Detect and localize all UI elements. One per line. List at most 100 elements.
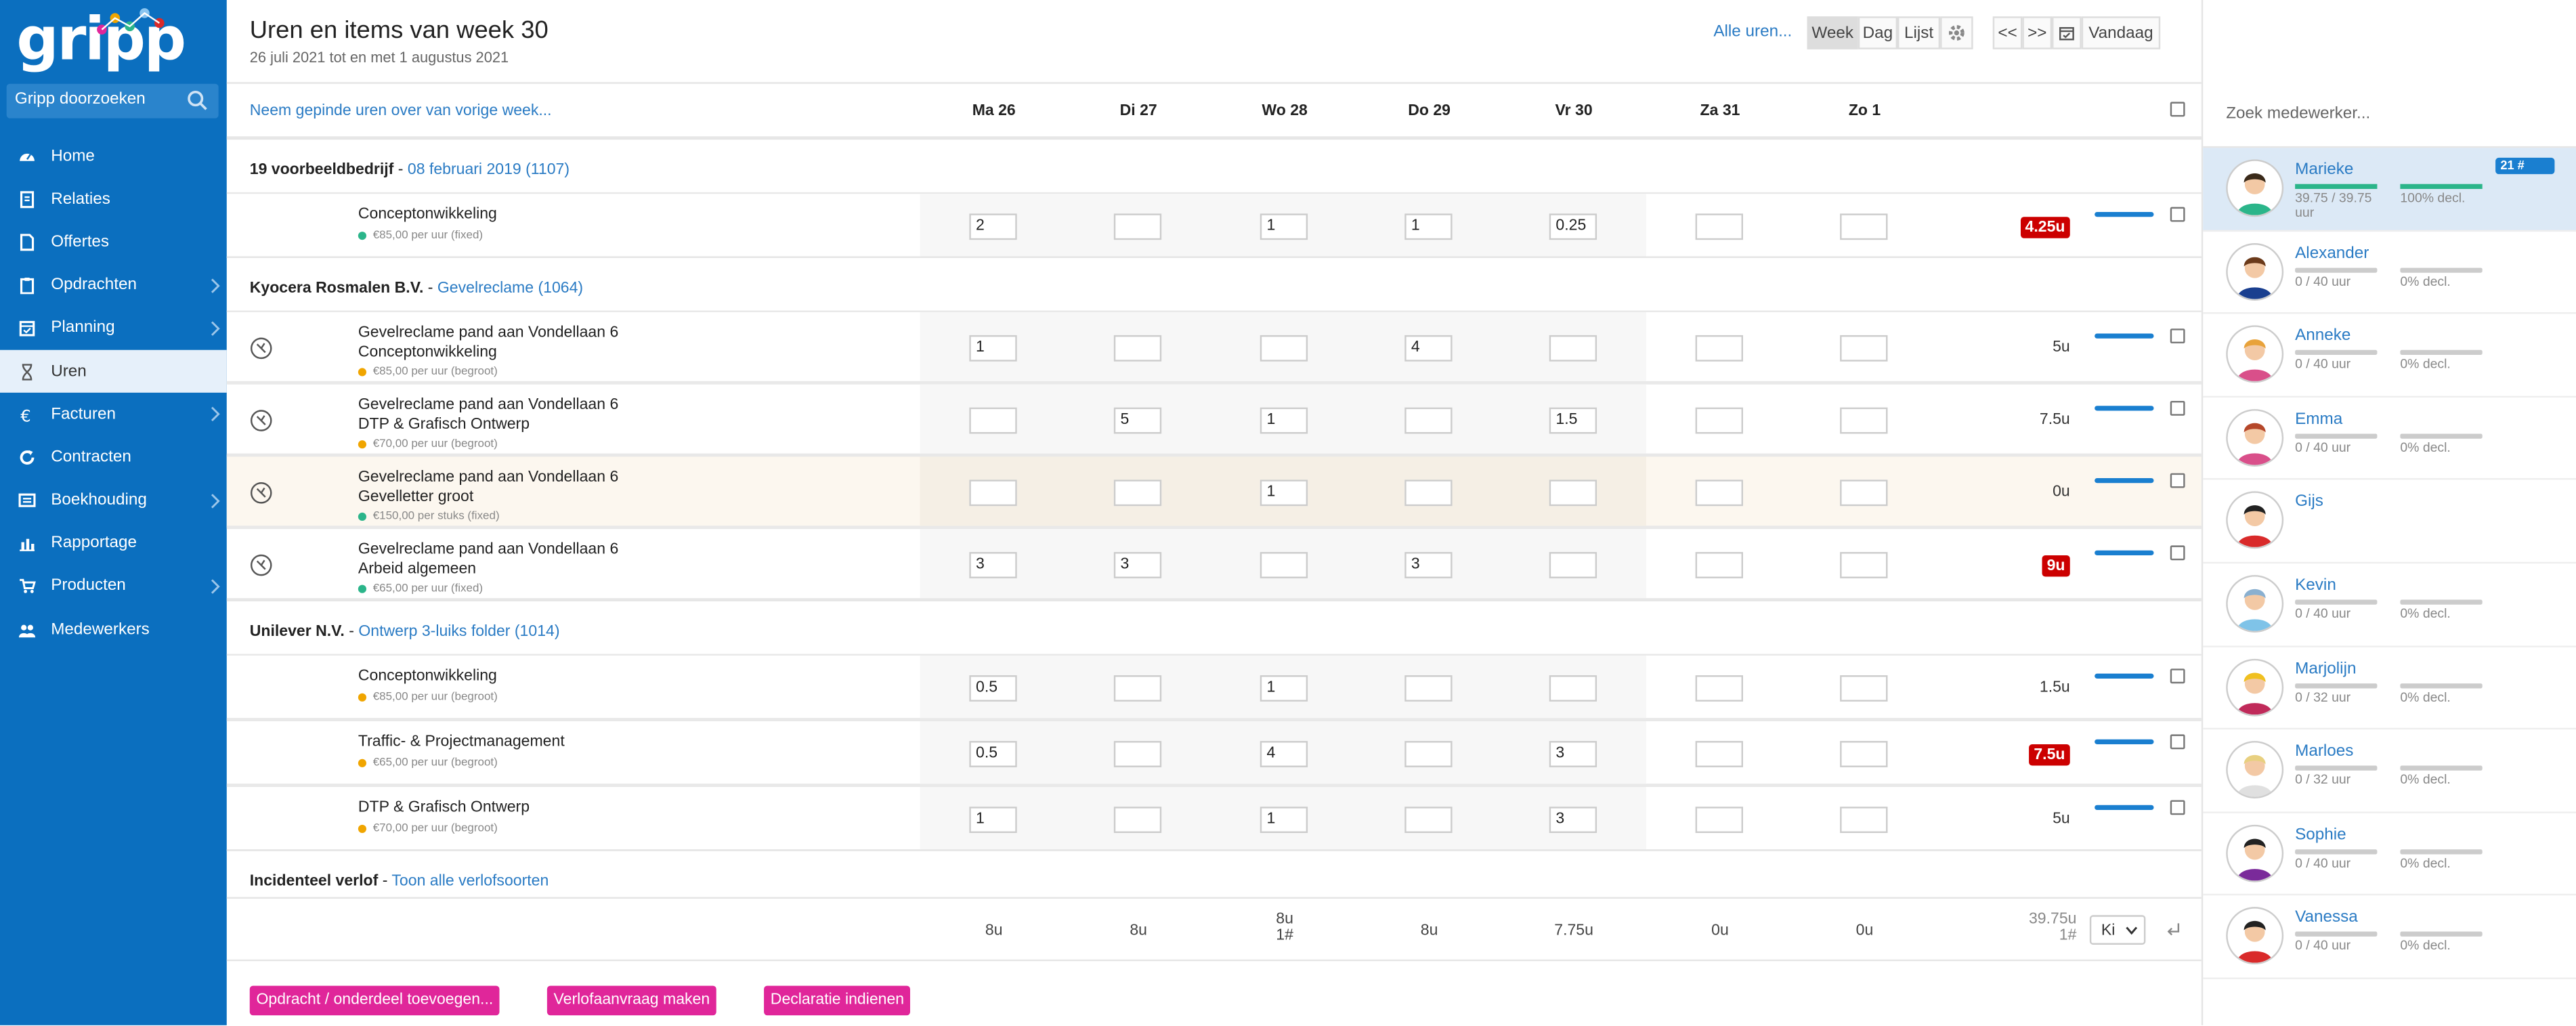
hours-input[interactable]: 1 [1260,407,1308,434]
hours-input[interactable] [1695,552,1743,578]
hours-input[interactable]: 1 [969,807,1017,833]
hours-input[interactable] [1549,479,1597,507]
employee-name[interactable]: Gijs [2295,494,2323,512]
row-checkbox[interactable] [2170,668,2185,684]
hours-input[interactable] [1840,741,1888,767]
hours-input[interactable] [1260,335,1308,362]
view-week-button[interactable]: Week [1807,16,1858,49]
hours-input[interactable] [1840,407,1888,434]
employee-name[interactable]: Sophie [2295,826,2346,845]
hours-input[interactable] [1840,552,1888,578]
hours-input[interactable]: 2 [969,213,1017,240]
hours-input[interactable]: 0.5 [969,741,1017,767]
declaratie-button[interactable]: Declaratie indienen [764,985,911,1016]
employee-name[interactable]: Vanessa [2295,910,2358,928]
hours-input[interactable] [1695,335,1743,362]
chevron-right-icon[interactable] [211,492,221,509]
verlofaanvraag-button[interactable]: Verlofaanvraag maken [546,985,716,1016]
hours-input[interactable] [1113,807,1162,833]
hours-input[interactable]: 3 [969,552,1017,578]
hours-input[interactable]: 5 [1113,407,1162,434]
calendar-button[interactable] [2052,16,2082,49]
hours-input[interactable] [1695,807,1743,833]
hours-input[interactable] [1695,479,1743,507]
hours-input[interactable]: 1 [1260,213,1308,240]
employee-name[interactable]: Kevin [2295,577,2336,595]
employee-name[interactable]: Alexander [2295,244,2369,262]
employee-item[interactable]: Anneke 0 / 40 uur 0% decl. [2203,314,2576,398]
hours-input[interactable]: 0.5 [969,675,1017,702]
row-checkbox[interactable] [2170,734,2185,750]
employee-item[interactable]: Gijs [2203,480,2576,564]
hours-input[interactable]: 4 [1404,335,1453,362]
hours-input[interactable] [1260,552,1308,578]
nav-item-planning[interactable]: Planning [0,307,227,350]
view-lijst-button[interactable]: Lijst [1897,16,1941,49]
hours-input[interactable] [969,479,1017,507]
hours-input[interactable] [1840,335,1888,362]
hours-input[interactable] [1113,675,1162,702]
hours-input[interactable] [1840,807,1888,833]
hours-input[interactable] [1695,407,1743,434]
nav-item-facturen[interactable]: € Facturen [0,393,227,436]
hours-input[interactable] [969,407,1017,434]
search-icon[interactable] [186,89,209,112]
nav-item-rapportage[interactable]: Rapportage [0,522,227,565]
employee-item[interactable]: Marloes 0 / 32 uur 0% decl. [2203,730,2576,813]
employee-search-input[interactable]: Zoek medewerker... [2226,105,2370,123]
hours-input[interactable] [1695,675,1743,702]
employee-name[interactable]: Marloes [2295,743,2353,761]
hours-input[interactable] [1840,479,1888,507]
hours-input[interactable] [1404,407,1453,434]
hours-input[interactable] [1840,213,1888,240]
alle-uren-link[interactable]: Alle uren... [1713,23,1792,41]
prev-week-button[interactable]: << [1992,16,2023,49]
hours-input[interactable]: 1 [1260,479,1308,507]
hours-input[interactable] [1695,741,1743,767]
hours-input[interactable] [1695,213,1743,240]
hours-input[interactable]: 1 [1404,213,1453,240]
row-checkbox[interactable] [2170,545,2185,561]
chevron-right-icon[interactable] [211,277,221,293]
hours-input[interactable] [1549,335,1597,362]
timer-icon[interactable] [250,554,273,577]
neem-gepinde-uren-link[interactable]: Neem gepinde uren over van vorige week..… [250,102,552,120]
hours-input[interactable]: 3 [1549,741,1597,767]
employee-name[interactable]: Emma [2295,410,2342,429]
select-all-checkbox[interactable] [2170,102,2185,117]
activity-select[interactable]: Ki [2089,915,2146,945]
row-checkbox[interactable] [2170,800,2185,815]
row-checkbox[interactable] [2170,207,2185,222]
nav-item-producten[interactable]: Producten [0,565,227,608]
group-link[interactable]: Toon alle verlofsoorten [391,872,549,891]
hours-input[interactable]: 3 [1549,807,1597,833]
nav-item-boekhouding[interactable]: Boekhouding [0,479,227,522]
employee-item[interactable]: Marjolijn 0 / 32 uur 0% decl. [2203,647,2576,730]
chevron-right-icon[interactable] [211,578,221,595]
employee-item[interactable]: Marieke 39.75 / 39.75 uur 100% decl. 21 # [2203,148,2576,232]
employee-name[interactable]: Marieke [2295,161,2353,179]
chevron-right-icon[interactable] [211,406,221,423]
hours-input[interactable] [1549,552,1597,578]
hours-input[interactable]: 3 [1404,552,1453,578]
hours-input[interactable]: 0.25 [1549,213,1597,240]
hours-input[interactable] [1113,479,1162,507]
employee-item[interactable]: Vanessa 0 / 40 uur 0% decl. [2203,896,2576,979]
timer-icon[interactable] [250,409,273,432]
hours-input[interactable] [1113,335,1162,362]
enter-icon[interactable] [2165,922,2181,938]
group-link[interactable]: Ontwerp 3-luiks folder (1014) [358,622,559,641]
nav-item-home[interactable]: Home [0,135,227,178]
opdracht-toevoegen-button[interactable]: Opdracht / onderdeel toevoegen... [249,985,500,1016]
row-checkbox[interactable] [2170,328,2185,344]
hours-input[interactable]: 1 [1260,675,1308,702]
settings-button[interactable] [1940,16,1973,49]
group-link[interactable]: Gevelreclame (1064) [437,279,583,297]
employee-name[interactable]: Marjolijn [2295,660,2356,678]
nav-item-uren[interactable]: Uren [0,349,227,393]
employee-name[interactable]: Anneke [2295,327,2350,345]
nav-item-opdrachten[interactable]: Opdrachten [0,264,227,307]
hours-input[interactable] [1404,807,1453,833]
nav-item-relaties[interactable]: Relaties [0,177,227,221]
row-checkbox[interactable] [2170,400,2185,416]
